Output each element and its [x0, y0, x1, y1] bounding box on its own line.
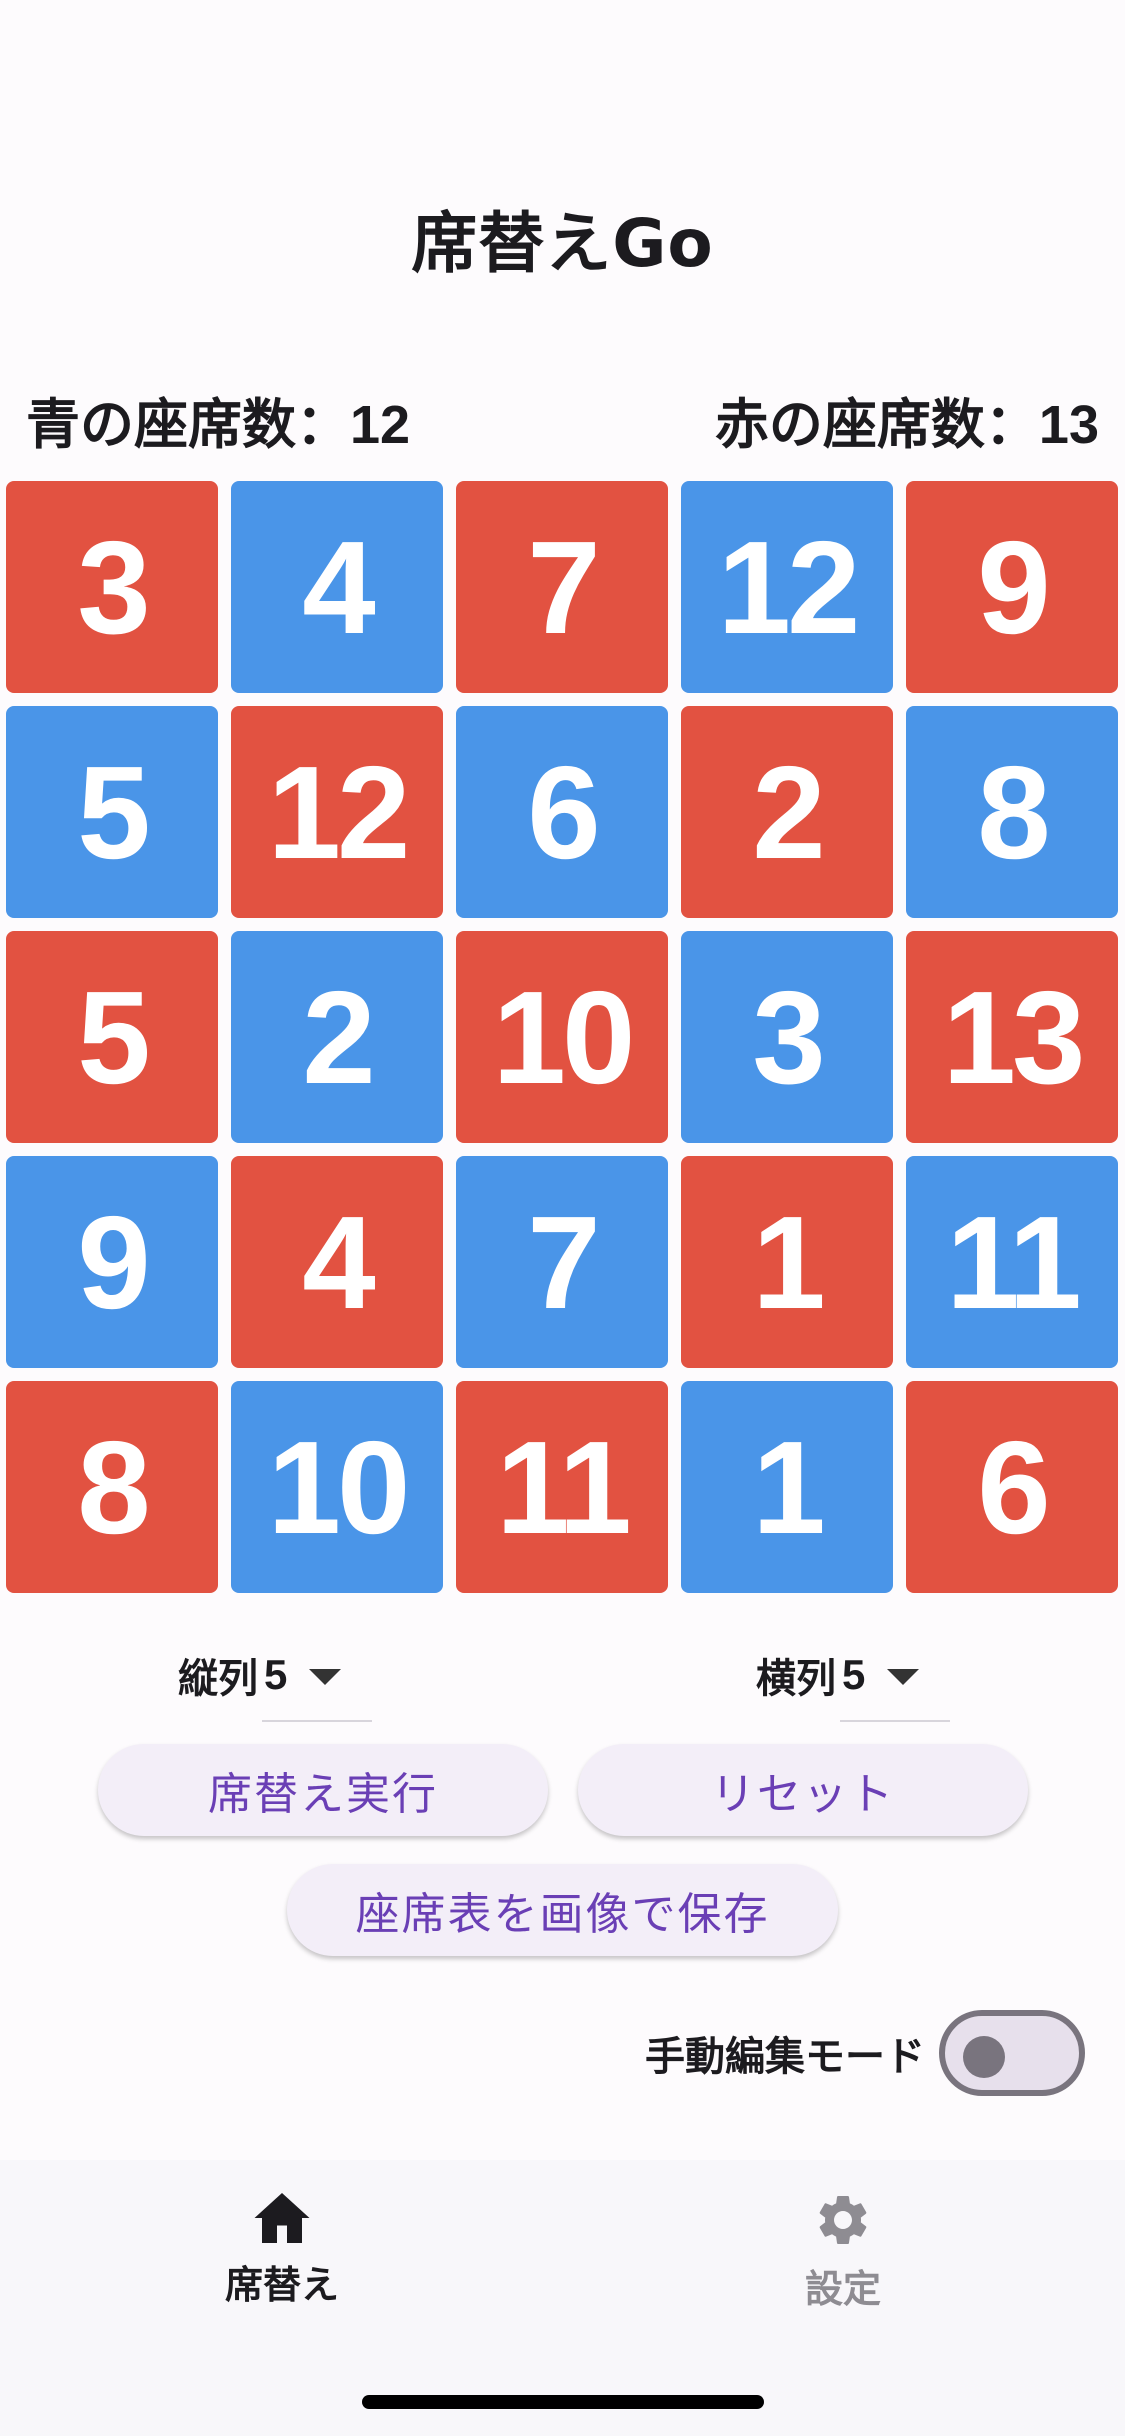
seat-tile[interactable]: 5 [6, 931, 218, 1143]
app-title: 席替えGo [411, 205, 714, 282]
seat-tile[interactable]: 9 [906, 481, 1118, 693]
rows-selector-underline [262, 1720, 372, 1722]
seat-tile[interactable]: 6 [456, 706, 668, 918]
seat-tile[interactable]: 1 [681, 1381, 893, 1593]
red-count-label: 赤の座席数： [714, 393, 1039, 456]
rows-value: 5 [264, 1651, 288, 1698]
seat-grid: 3 4 7 12 9 5 12 6 2 8 5 2 10 3 13 9 4 7 1 11 8 10 11 1 6 [6, 481, 1119, 1593]
seat-tile[interactable]: 2 [231, 931, 443, 1143]
seat-tile[interactable]: 11 [456, 1381, 668, 1593]
seat-tile[interactable]: 5 [6, 706, 218, 918]
seat-tile[interactable]: 7 [456, 1156, 668, 1368]
seat-tile[interactable]: 12 [681, 481, 893, 693]
nav-item-settings[interactable]: 設定 [733, 2190, 953, 2313]
save-image-button[interactable]: 座席表を画像で保存 [287, 1864, 838, 1956]
seat-tile[interactable]: 4 [231, 481, 443, 693]
manual-edit-row: 手動編集モード [645, 2010, 1085, 2096]
seat-tile[interactable]: 3 [6, 481, 218, 693]
nav-label-shuffle: 席替え [224, 2263, 339, 2307]
manual-edit-label: 手動編集モード [645, 2034, 925, 2080]
nav-item-shuffle[interactable]: 席替え [172, 2190, 392, 2309]
seat-tile[interactable]: 10 [231, 1381, 443, 1593]
red-seat-count: 赤の座席数：13 [715, 380, 1099, 459]
seat-tile[interactable]: 2 [681, 706, 893, 918]
seat-tile[interactable]: 6 [906, 1381, 1118, 1593]
cols-label: 横列 [756, 1656, 836, 1702]
red-count-value: 13 [1038, 395, 1099, 455]
gear-icon [819, 2196, 867, 2244]
dropdown-arrow-icon [887, 1669, 920, 1685]
seat-tile[interactable]: 3 [681, 931, 893, 1143]
seat-tile[interactable]: 4 [231, 1156, 443, 1368]
seat-counts: 青の座席数：12 赤の座席数：13 [26, 380, 1099, 459]
seat-tile[interactable]: 12 [231, 706, 443, 918]
nav-label-settings: 設定 [804, 2267, 881, 2311]
seat-tile[interactable]: 10 [456, 931, 668, 1143]
blue-count-value: 12 [350, 395, 411, 455]
cols-value: 5 [842, 1651, 866, 1698]
cols-selector-underline [840, 1720, 950, 1722]
blue-count-label: 青の座席数： [26, 393, 350, 456]
manual-edit-toggle[interactable] [939, 2010, 1085, 2096]
seat-tile[interactable]: 8 [906, 706, 1118, 918]
seat-tile[interactable]: 9 [6, 1156, 218, 1368]
shuffle-button[interactable]: 席替え実行 [98, 1744, 548, 1836]
home-icon [254, 2193, 310, 2243]
seat-tile[interactable]: 11 [906, 1156, 1118, 1368]
home-indicator [362, 2395, 764, 2409]
reset-button[interactable]: リセット [578, 1744, 1028, 1836]
seat-tile[interactable]: 1 [681, 1156, 893, 1368]
blue-seat-count: 青の座席数：12 [26, 380, 410, 459]
seat-tile[interactable]: 8 [6, 1381, 218, 1593]
seat-tile[interactable]: 7 [456, 481, 668, 693]
cols-selector[interactable]: 横列 5 [756, 1640, 920, 1710]
toggle-knob [963, 2036, 1005, 2078]
rows-label: 縦列 [178, 1656, 258, 1702]
rows-selector[interactable]: 縦列 5 [178, 1640, 342, 1710]
dropdown-arrow-icon [309, 1669, 342, 1685]
seat-tile[interactable]: 13 [906, 931, 1118, 1143]
